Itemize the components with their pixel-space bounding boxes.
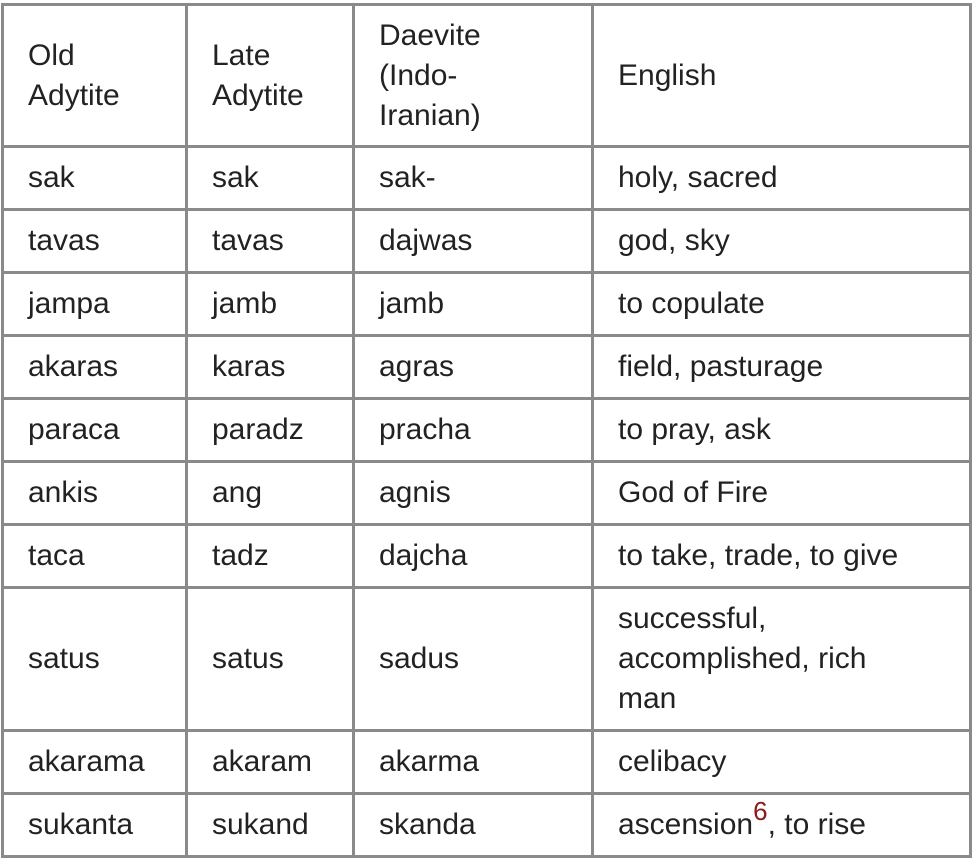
cell-daevite: jamb bbox=[352, 271, 594, 337]
cell-late-adytite: ang bbox=[185, 460, 355, 526]
table-row: akaras karas agras field, pasturage bbox=[1, 334, 972, 400]
cell-english: to take, trade, to give bbox=[591, 523, 972, 589]
cell-old-adytite: sukanta bbox=[1, 792, 188, 858]
cell-daevite: skanda bbox=[352, 792, 594, 858]
cell-old-adytite: sak bbox=[1, 145, 188, 211]
cell-english: successful, accomplished, rich man bbox=[591, 586, 972, 732]
table-row: ankis ang agnis God of Fire bbox=[1, 460, 972, 526]
table-row: taca tadz dajcha to take, trade, to give bbox=[1, 523, 972, 589]
cell-english: God of Fire bbox=[591, 460, 972, 526]
table-row: jampa jamb jamb to copulate bbox=[1, 271, 972, 337]
cell-late-adytite: tavas bbox=[185, 208, 355, 274]
cell-old-adytite: taca bbox=[1, 523, 188, 589]
cell-old-adytite: akarama bbox=[1, 729, 188, 795]
cell-late-adytite: sak bbox=[185, 145, 355, 211]
header-label: Old Adytite bbox=[28, 38, 120, 112]
cell-daevite: sadus bbox=[352, 586, 594, 732]
footnote-link[interactable]: 6 bbox=[753, 796, 767, 826]
cell-daevite: dajwas bbox=[352, 208, 594, 274]
cell-old-adytite: ankis bbox=[1, 460, 188, 526]
english-text-suffix: , to rise bbox=[767, 808, 866, 841]
cell-old-adytite: tavas bbox=[1, 208, 188, 274]
cell-late-adytite: karas bbox=[185, 334, 355, 400]
cell-english: celibacy bbox=[591, 729, 972, 795]
cell-daevite: pracha bbox=[352, 397, 594, 463]
table-row: tavas tavas dajwas god, sky bbox=[1, 208, 972, 274]
cell-daevite: agras bbox=[352, 334, 594, 400]
header-english: English bbox=[591, 3, 972, 148]
header-late-adytite: Late Adytite bbox=[185, 3, 355, 148]
header-old-adytite: Old Adytite bbox=[1, 3, 188, 148]
cell-english: to pray, ask bbox=[591, 397, 972, 463]
cell-english: ascension6, to rise bbox=[591, 792, 972, 858]
cell-daevite: dajcha bbox=[352, 523, 594, 589]
cell-old-adytite: jampa bbox=[1, 271, 188, 337]
cell-old-adytite: akaras bbox=[1, 334, 188, 400]
cell-english: field, pasturage bbox=[591, 334, 972, 400]
cell-late-adytite: jamb bbox=[185, 271, 355, 337]
cell-daevite: sak- bbox=[352, 145, 594, 211]
cell-english: holy, sacred bbox=[591, 145, 972, 211]
cell-late-adytite: tadz bbox=[185, 523, 355, 589]
cell-english: to copulate bbox=[591, 271, 972, 337]
vocabulary-table: Old Adytite Late Adytite Daevite (Indo-I… bbox=[1, 3, 972, 858]
cell-old-adytite: satus bbox=[1, 586, 188, 732]
cell-late-adytite: sukand bbox=[185, 792, 355, 858]
cell-late-adytite: paradz bbox=[185, 397, 355, 463]
cell-daevite: agnis bbox=[352, 460, 594, 526]
header-label: Late Adytite bbox=[212, 38, 304, 112]
cell-daevite: akarma bbox=[352, 729, 594, 795]
table-row: sukanta sukand skanda ascension6, to ris… bbox=[1, 792, 972, 858]
table-row: satus satus sadus successful, accomplish… bbox=[1, 586, 972, 732]
table-row: akarama akaram akarma celibacy bbox=[1, 729, 972, 795]
cell-english: god, sky bbox=[591, 208, 972, 274]
header-daevite: Daevite (Indo-Iranian) bbox=[352, 3, 594, 148]
english-text: ascension bbox=[618, 808, 754, 841]
header-row: Old Adytite Late Adytite Daevite (Indo-I… bbox=[1, 3, 972, 148]
cell-old-adytite: paraca bbox=[1, 397, 188, 463]
cell-late-adytite: akaram bbox=[185, 729, 355, 795]
table-row: paraca paradz pracha to pray, ask bbox=[1, 397, 972, 463]
header-label: Daevite (Indo-Iranian) bbox=[379, 18, 481, 132]
cell-late-adytite: satus bbox=[185, 586, 355, 732]
header-label: English bbox=[618, 58, 717, 92]
table-row: sak sak sak- holy, sacred bbox=[1, 145, 972, 211]
